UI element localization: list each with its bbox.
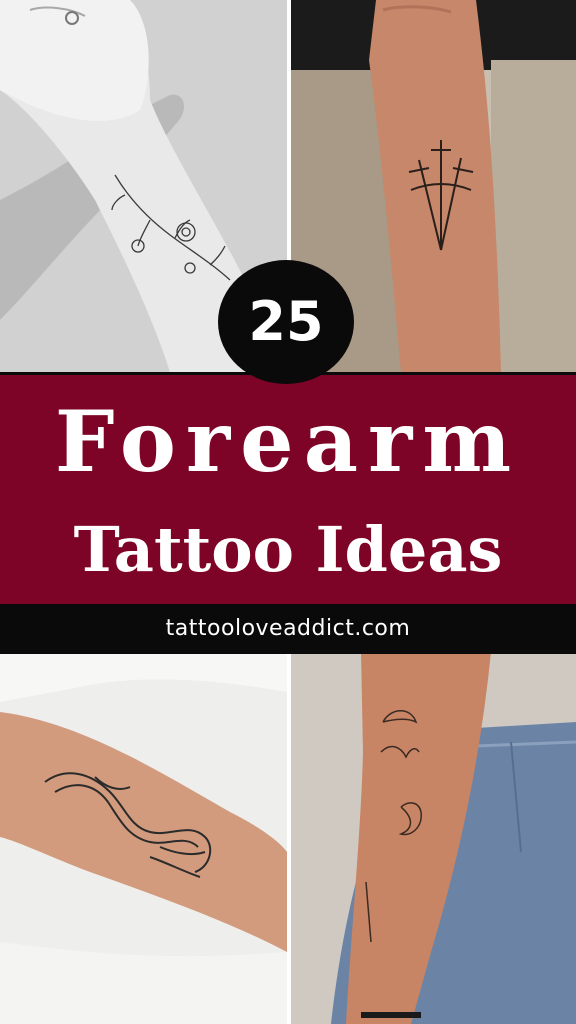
website-url-link[interactable]: tattooloveaddict.com [0, 604, 576, 654]
count-badge-number: 25 [248, 290, 324, 353]
lucky-moon-forearm-tattoo-photo [291, 652, 576, 1024]
banner-title-line-1: Forearm [54, 392, 522, 491]
snake-hands-forearm-tattoo-photo [0, 652, 287, 1024]
photo-divider [287, 652, 291, 1024]
banner-title-line-2: Tattoo Ideas [73, 513, 503, 586]
